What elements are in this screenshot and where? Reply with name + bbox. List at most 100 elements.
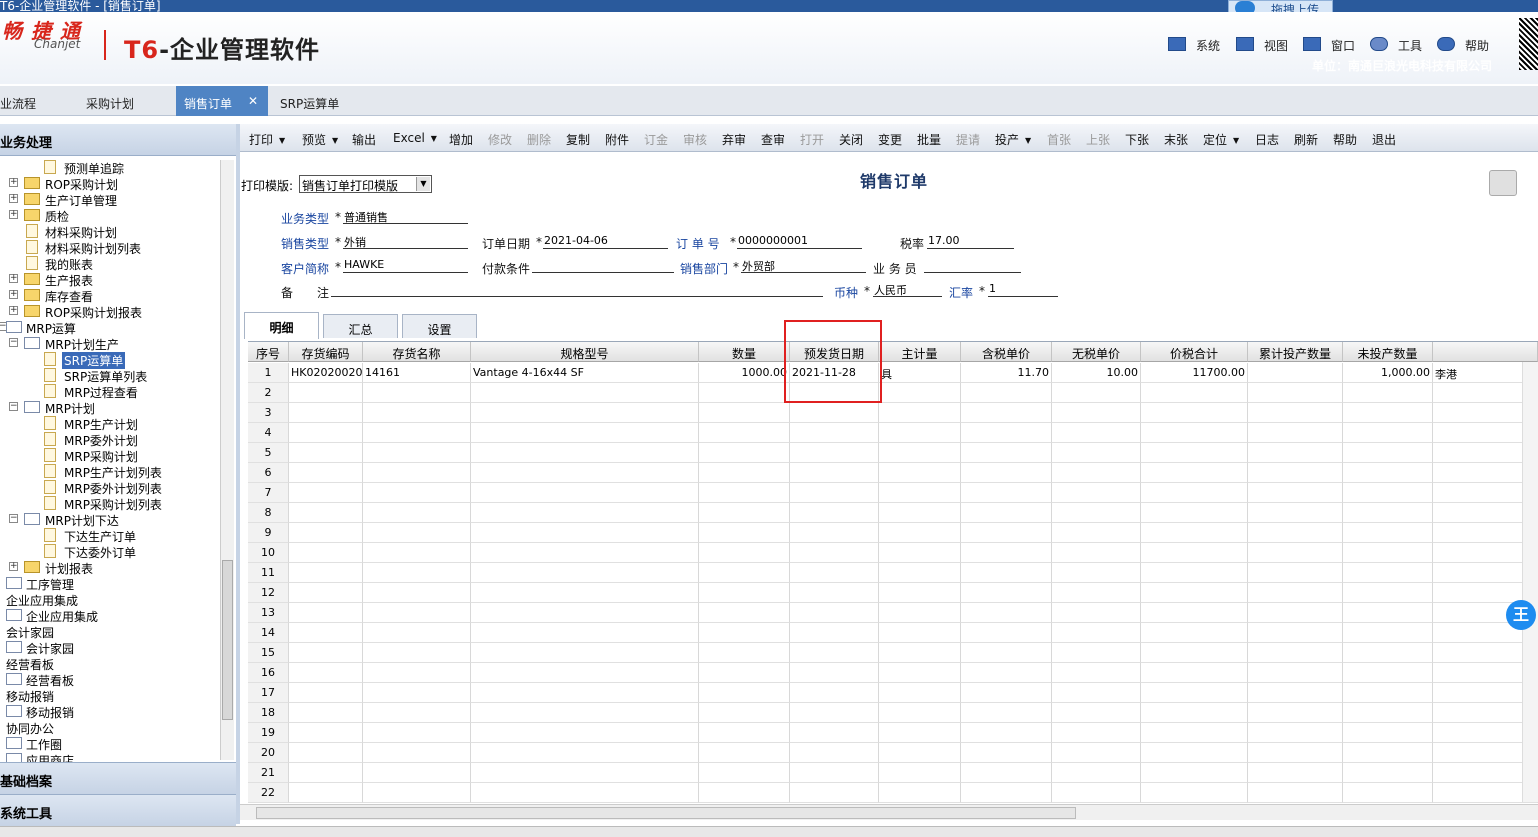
table-cell[interactable]	[879, 743, 961, 763]
request-button[interactable]: 提请	[956, 131, 980, 148]
table-cell[interactable]	[363, 403, 471, 423]
column-header[interactable]: 序号	[248, 342, 289, 362]
table-cell[interactable]	[790, 523, 879, 543]
tab-sales-order[interactable]: 销售订单 ✕	[176, 86, 268, 116]
table-cell[interactable]	[471, 703, 699, 723]
table-cell[interactable]	[879, 663, 961, 683]
table-cell[interactable]	[1248, 403, 1343, 423]
table-cell[interactable]	[1052, 443, 1141, 463]
table-cell[interactable]	[471, 623, 699, 643]
table-cell[interactable]	[961, 563, 1052, 583]
refresh-button[interactable]: 刷新	[1294, 131, 1318, 148]
table-cell[interactable]	[471, 763, 699, 783]
table-cell[interactable]	[790, 443, 879, 463]
table-cell[interactable]	[1141, 603, 1248, 623]
table-cell[interactable]	[790, 423, 879, 443]
table-cell[interactable]	[471, 383, 699, 403]
grid-horizontal-scrollbar[interactable]	[240, 804, 1538, 820]
table-cell[interactable]	[879, 623, 961, 643]
table-cell[interactable]: 11.70	[961, 363, 1052, 383]
scroll-thumb[interactable]	[256, 807, 1076, 819]
table-cell[interactable]	[289, 583, 363, 603]
table-cell[interactable]	[1248, 463, 1343, 483]
copy-button[interactable]: 复制	[566, 131, 590, 148]
table-cell[interactable]	[1248, 683, 1343, 703]
table-cell[interactable]	[289, 703, 363, 723]
table-cell[interactable]	[1343, 643, 1433, 663]
table-row[interactable]: 9	[248, 523, 1538, 543]
table-cell[interactable]	[1052, 663, 1141, 683]
table-cell[interactable]	[879, 703, 961, 723]
table-cell[interactable]	[790, 503, 879, 523]
table-cell[interactable]	[699, 623, 790, 643]
table-cell[interactable]	[471, 683, 699, 703]
table-cell[interactable]	[289, 763, 363, 783]
table-cell[interactable]	[1248, 483, 1343, 503]
table-cell[interactable]	[1052, 523, 1141, 543]
print-template-select[interactable]: 销售订单打印模版 ▼	[299, 175, 432, 193]
excel-button[interactable]: Excel ▼	[393, 131, 437, 145]
table-cell[interactable]	[1248, 723, 1343, 743]
table-row[interactable]: 22	[248, 783, 1538, 803]
dropdown-arrow-icon[interactable]: ▼	[416, 177, 430, 191]
table-cell[interactable]	[1141, 723, 1248, 743]
table-cell[interactable]	[289, 723, 363, 743]
approve-button[interactable]: 审核	[683, 131, 707, 148]
table-cell[interactable]	[1248, 503, 1343, 523]
table-cell[interactable]	[961, 403, 1052, 423]
table-cell[interactable]	[1248, 763, 1343, 783]
table-cell[interactable]	[471, 463, 699, 483]
table-cell[interactable]	[363, 683, 471, 703]
table-cell[interactable]	[699, 763, 790, 783]
table-cell[interactable]	[1343, 743, 1433, 763]
table-cell[interactable]	[879, 763, 961, 783]
table-cell[interactable]	[699, 783, 790, 803]
table-cell[interactable]	[1141, 583, 1248, 603]
table-cell[interactable]	[363, 583, 471, 603]
table-cell[interactable]	[879, 503, 961, 523]
table-cell[interactable]	[1052, 563, 1141, 583]
table-cell[interactable]	[790, 563, 879, 583]
table-cell[interactable]: 10.00	[1052, 363, 1141, 383]
table-cell[interactable]	[790, 623, 879, 643]
table-cell[interactable]	[1141, 403, 1248, 423]
deposit-button[interactable]: 订金	[644, 131, 668, 148]
table-cell[interactable]	[1052, 703, 1141, 723]
table-cell[interactable]	[471, 743, 699, 763]
table-cell[interactable]	[961, 503, 1052, 523]
table-cell[interactable]	[961, 763, 1052, 783]
table-cell[interactable]	[961, 383, 1052, 403]
tax-rate-field[interactable]: 17.00	[927, 234, 1014, 249]
table-cell[interactable]	[363, 463, 471, 483]
table-row[interactable]: 5	[248, 443, 1538, 463]
table-cell[interactable]	[1248, 783, 1343, 803]
table-cell[interactable]	[1141, 563, 1248, 583]
table-cell[interactable]	[289, 683, 363, 703]
preview-button[interactable]: 预览 ▼	[302, 131, 338, 148]
table-cell[interactable]	[961, 583, 1052, 603]
table-cell[interactable]	[790, 723, 879, 743]
table-cell[interactable]	[471, 603, 699, 623]
currency-field[interactable]: 人民币	[873, 282, 942, 297]
tab-srp-calc[interactable]: SRP运算单	[280, 86, 360, 116]
table-cell[interactable]	[879, 463, 961, 483]
table-cell[interactable]	[699, 743, 790, 763]
table-cell[interactable]	[471, 563, 699, 583]
table-cell[interactable]	[1141, 423, 1248, 443]
table-cell[interactable]	[1141, 543, 1248, 563]
table-cell[interactable]	[289, 623, 363, 643]
grid-vertical-scrollbar[interactable]	[1522, 362, 1538, 802]
column-header[interactable]: 主计量	[879, 342, 961, 362]
column-header[interactable]: 未投产数量	[1343, 342, 1433, 362]
table-cell[interactable]	[363, 643, 471, 663]
table-row[interactable]: 19	[248, 723, 1538, 743]
column-header[interactable]: 价税合计	[1141, 342, 1248, 362]
column-header[interactable]: 数量	[699, 342, 790, 362]
table-cell[interactable]	[961, 683, 1052, 703]
table-cell[interactable]: HK020200206	[289, 363, 363, 383]
table-cell[interactable]	[471, 483, 699, 503]
table-cell[interactable]	[363, 703, 471, 723]
table-cell[interactable]	[1248, 663, 1343, 683]
table-cell[interactable]	[879, 443, 961, 463]
table-cell[interactable]	[879, 683, 961, 703]
